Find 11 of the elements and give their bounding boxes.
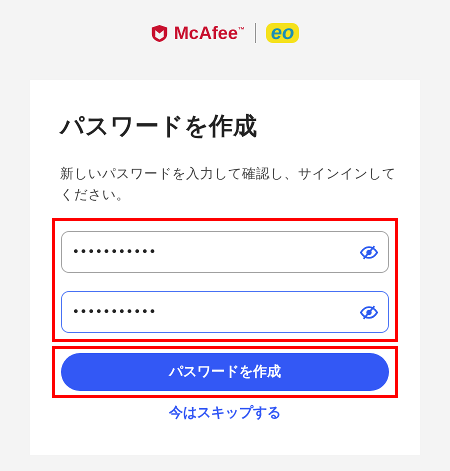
partner-logo: eo xyxy=(266,23,300,43)
create-password-button[interactable]: パスワードを作成 xyxy=(61,353,389,391)
shield-logo-icon xyxy=(150,24,168,42)
eye-slash-icon[interactable] xyxy=(360,244,378,260)
skip-link[interactable]: 今はスキップする xyxy=(169,404,281,422)
password-field[interactable]: ••••••••••• xyxy=(61,291,389,333)
page-title: パスワードを作成 xyxy=(60,111,258,142)
eye-slash-icon[interactable] xyxy=(360,304,378,320)
brand-logo: McAfee$^{™}$ xyxy=(174,22,245,44)
password-field[interactable]: ••••••••••• xyxy=(61,231,389,273)
description: 新しいパスワードを入力して確認し、サインインしてください。 xyxy=(60,165,397,205)
